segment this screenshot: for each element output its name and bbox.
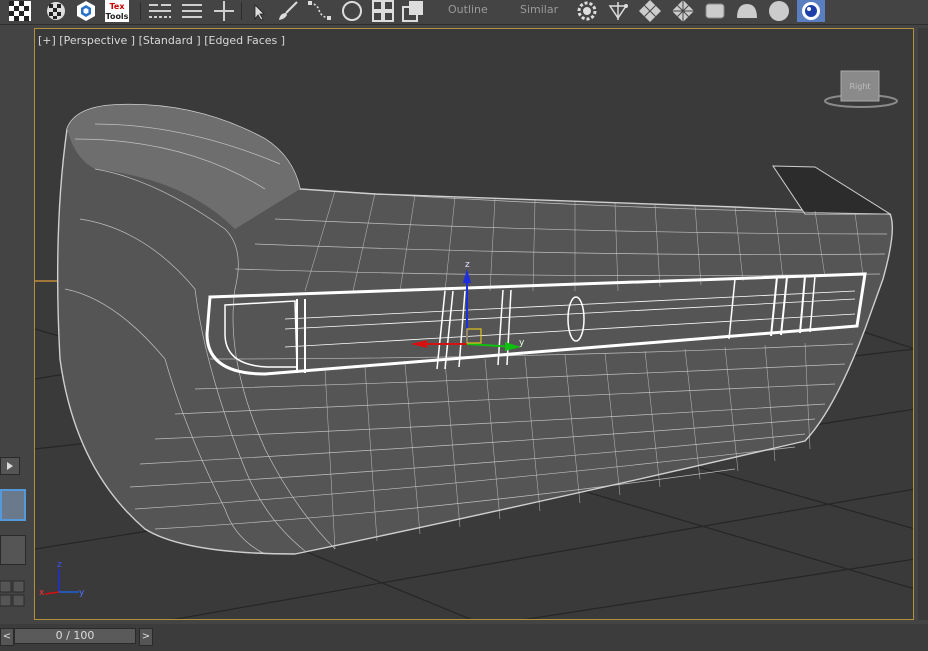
corner-x-label: x: [39, 588, 45, 598]
left-command-panel: [0, 25, 32, 622]
grid-icon[interactable]: [371, 0, 395, 22]
diamond-grid-icon[interactable]: [637, 0, 663, 22]
panel-tool-button[interactable]: [0, 535, 26, 565]
circle-select-icon[interactable]: [340, 0, 364, 22]
select-arrow-icon[interactable]: [248, 0, 270, 22]
outline-button[interactable]: Outline: [448, 3, 488, 16]
corner-z-label: z: [57, 560, 62, 570]
paint-brush-icon[interactable]: [276, 0, 300, 22]
time-slider-bar: < 0 / 100 >: [0, 624, 928, 651]
view-cube-label: Right: [849, 82, 870, 91]
similar-button[interactable]: Similar: [520, 3, 558, 16]
viewport-label-menu[interactable]: [+] [Perspective ] [Standard ] [Edged Fa…: [38, 34, 285, 47]
right-panel-edge: [918, 28, 928, 620]
overlap-icon[interactable]: [401, 0, 425, 22]
next-frame-button[interactable]: >: [139, 628, 153, 646]
globe-icon[interactable]: [797, 0, 825, 22]
gizmo-y-label: y: [519, 338, 525, 348]
list-lines-icon[interactable]: [147, 0, 173, 22]
expand-panel-button[interactable]: [0, 457, 20, 475]
split-icon[interactable]: [605, 0, 631, 22]
perspective-viewport[interactable]: z y Right z y x [+] [Perspective ] [Stan…: [34, 28, 914, 620]
textools-icon[interactable]: Tex Tools: [104, 0, 130, 22]
stern-rim: [772, 165, 892, 215]
sphere-icon[interactable]: [766, 0, 792, 22]
panel-grid-icon[interactable]: [0, 577, 26, 617]
toolbar-separator: [140, 2, 141, 20]
dome-icon[interactable]: [734, 0, 760, 22]
lasso-icon[interactable]: [306, 0, 334, 22]
box-icon[interactable]: [702, 0, 728, 22]
play-arrow-icon: [7, 462, 13, 470]
textools-line1: Tex: [110, 2, 126, 11]
view-cube[interactable]: Right: [824, 70, 898, 108]
settings-gear-icon[interactable]: [574, 0, 600, 22]
viewport-canvas: z y Right z y x: [35, 70, 913, 619]
checker-small-icon[interactable]: [44, 0, 68, 22]
time-slider[interactable]: 0 / 100: [14, 628, 136, 644]
gizmo-z-label: z: [465, 260, 470, 270]
hexagon-logo-icon[interactable]: [74, 0, 98, 22]
corner-axis-tripod: z y x: [39, 560, 85, 598]
list-bars-icon[interactable]: [180, 0, 204, 22]
textools-line2: Tools: [106, 12, 129, 21]
panel-tool-button-active[interactable]: [0, 489, 26, 521]
main-toolbar: Tex Tools Outline Similar: [0, 0, 928, 25]
corner-y-label: y: [79, 588, 85, 598]
plus-icon[interactable]: [212, 0, 236, 22]
checker-icon[interactable]: [8, 0, 32, 22]
diamond-grid-2-icon[interactable]: [670, 0, 696, 22]
prev-frame-button[interactable]: <: [0, 628, 14, 646]
toolbar-separator: [241, 2, 242, 20]
